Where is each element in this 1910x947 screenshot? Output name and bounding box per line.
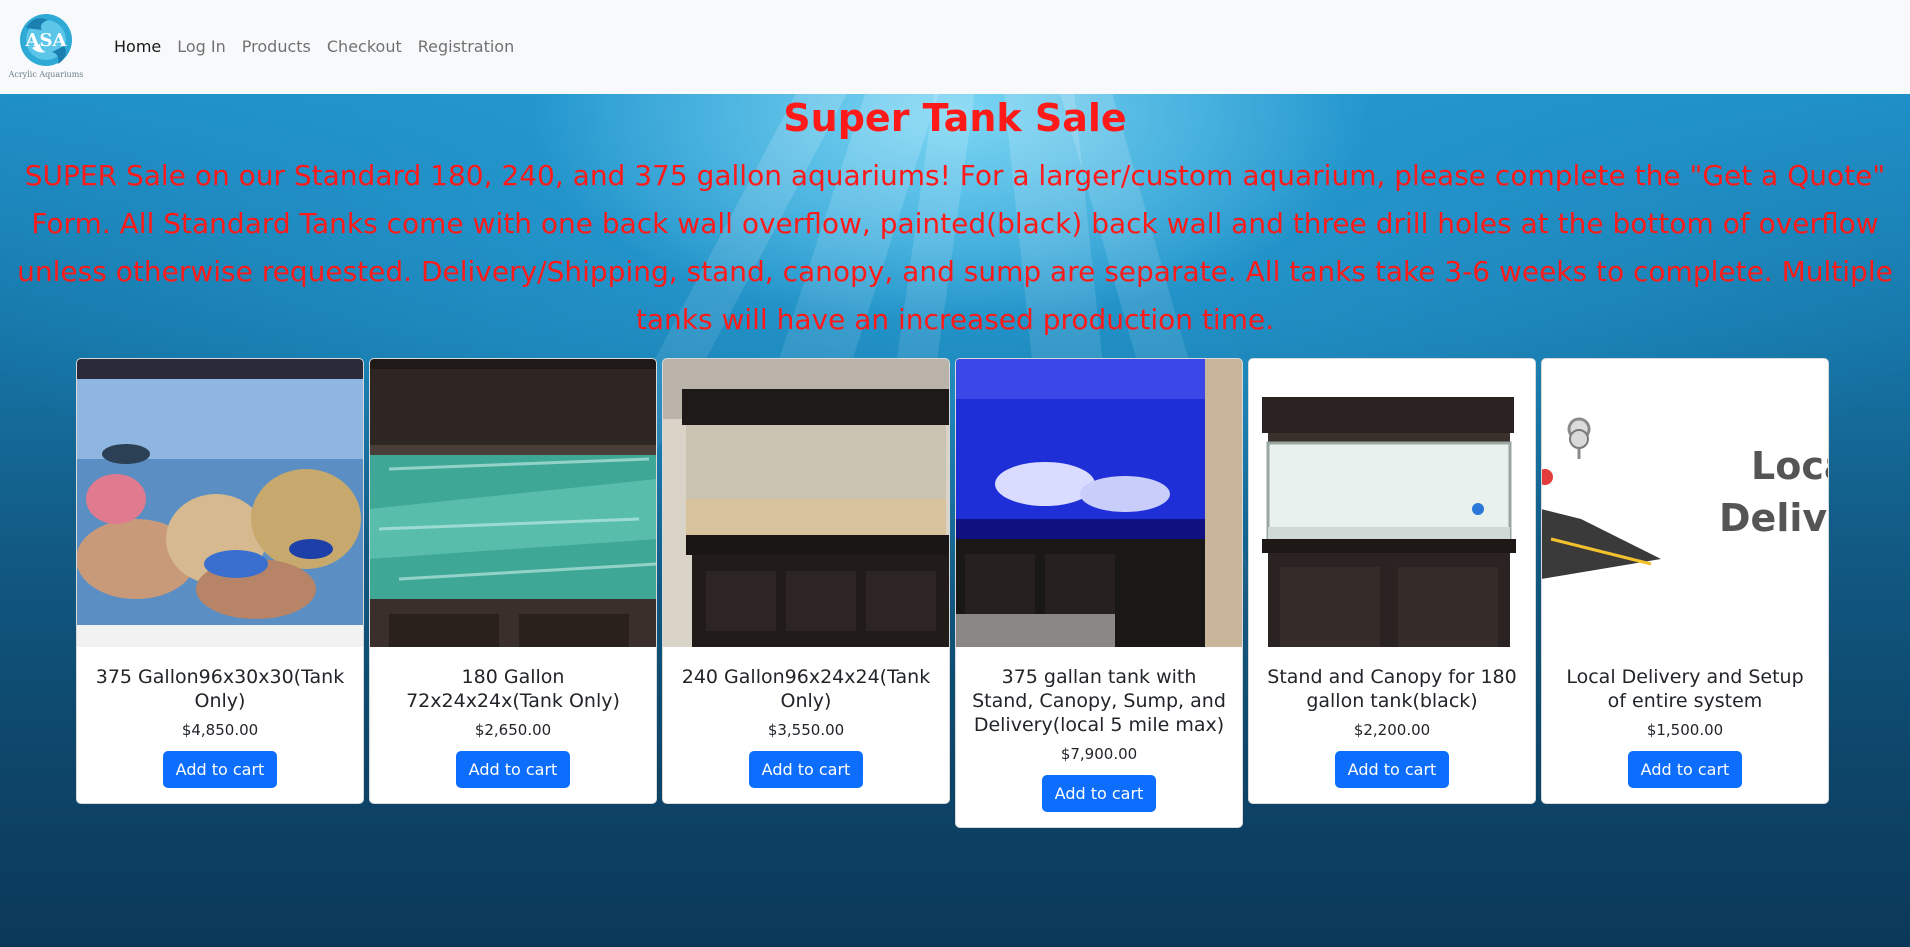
product-image-empty-tank[interactable]	[370, 359, 656, 647]
logo-caption: Acrylic Aquariums	[8, 70, 84, 79]
product-image-local-delivery[interactable]: Loca Delive	[1542, 359, 1829, 647]
product-card: 240 Gallon96x24x24(Tank Only) $3,550.00 …	[662, 358, 950, 804]
add-to-cart-button[interactable]: Add to cart	[748, 751, 864, 788]
svg-text:Loca: Loca	[1751, 444, 1829, 488]
logo-fish-emblem-icon: ASA	[20, 14, 72, 66]
nav-registration[interactable]: Registration	[410, 37, 522, 57]
product-price: $7,900.00	[1060, 745, 1138, 763]
product-card: 375 Gallon96x30x30(Tank Only) $4,850.00 …	[76, 358, 364, 804]
product-grid: 375 Gallon96x30x30(Tank Only) $4,850.00 …	[76, 358, 1829, 828]
product-card: 375 gallan tank with Stand, Canopy, Sump…	[955, 358, 1243, 828]
product-price: $2,200.00	[1353, 721, 1431, 739]
product-title[interactable]: 240 Gallon96x24x24(Tank Only)	[663, 665, 949, 713]
nav-links: Home Log In Products Checkout Registrati…	[106, 37, 522, 57]
nav-home[interactable]: Home	[106, 37, 169, 57]
product-title[interactable]: Stand and Canopy for 180 gallon tank(bla…	[1249, 665, 1535, 713]
nav-log-in[interactable]: Log In	[169, 37, 234, 57]
product-image-blue-lit-tank[interactable]	[956, 359, 1242, 647]
product-price: $2,650.00	[474, 721, 552, 739]
product-title[interactable]: 375 Gallon96x30x30(Tank Only)	[77, 665, 363, 713]
sale-title: Super Tank Sale	[783, 96, 1127, 140]
nav-products[interactable]: Products	[234, 37, 319, 57]
add-to-cart-button[interactable]: Add to cart	[1041, 775, 1157, 812]
product-card: Loca Delive Local Delivery and Setup of …	[1541, 358, 1829, 804]
svg-text:Delive: Delive	[1719, 496, 1829, 540]
sale-description: SUPER Sale on our Standard 180, 240, and…	[17, 159, 1893, 336]
product-price: $3,550.00	[767, 721, 845, 739]
brand-logo[interactable]: ASA Acrylic Aquariums	[6, 8, 86, 86]
nav-checkout[interactable]: Checkout	[319, 37, 410, 57]
navbar: ASA Acrylic Aquariums Home Log In Produc…	[0, 0, 1910, 94]
product-image-stand-canopy[interactable]	[1249, 359, 1535, 647]
add-to-cart-button[interactable]: Add to cart	[1627, 751, 1743, 788]
add-to-cart-button[interactable]: Add to cart	[455, 751, 571, 788]
product-card: 180 Gallon 72x24x24x(Tank Only) $2,650.0…	[369, 358, 657, 804]
add-to-cart-button[interactable]: Add to cart	[1334, 751, 1450, 788]
product-image-reef-aquarium[interactable]	[77, 359, 363, 647]
product-title[interactable]: 180 Gallon 72x24x24x(Tank Only)	[370, 665, 656, 713]
product-price: $1,500.00	[1646, 721, 1724, 739]
product-title[interactable]: Local Delivery and Setup of entire syste…	[1542, 665, 1828, 713]
product-card: Stand and Canopy for 180 gallon tank(bla…	[1248, 358, 1536, 804]
add-to-cart-button[interactable]: Add to cart	[162, 751, 278, 788]
product-title[interactable]: 375 gallan tank with Stand, Canopy, Sump…	[956, 665, 1242, 737]
product-price: $4,850.00	[181, 721, 259, 739]
product-image-tank-on-stand[interactable]	[663, 359, 949, 647]
svg-text:ASA: ASA	[25, 30, 68, 51]
